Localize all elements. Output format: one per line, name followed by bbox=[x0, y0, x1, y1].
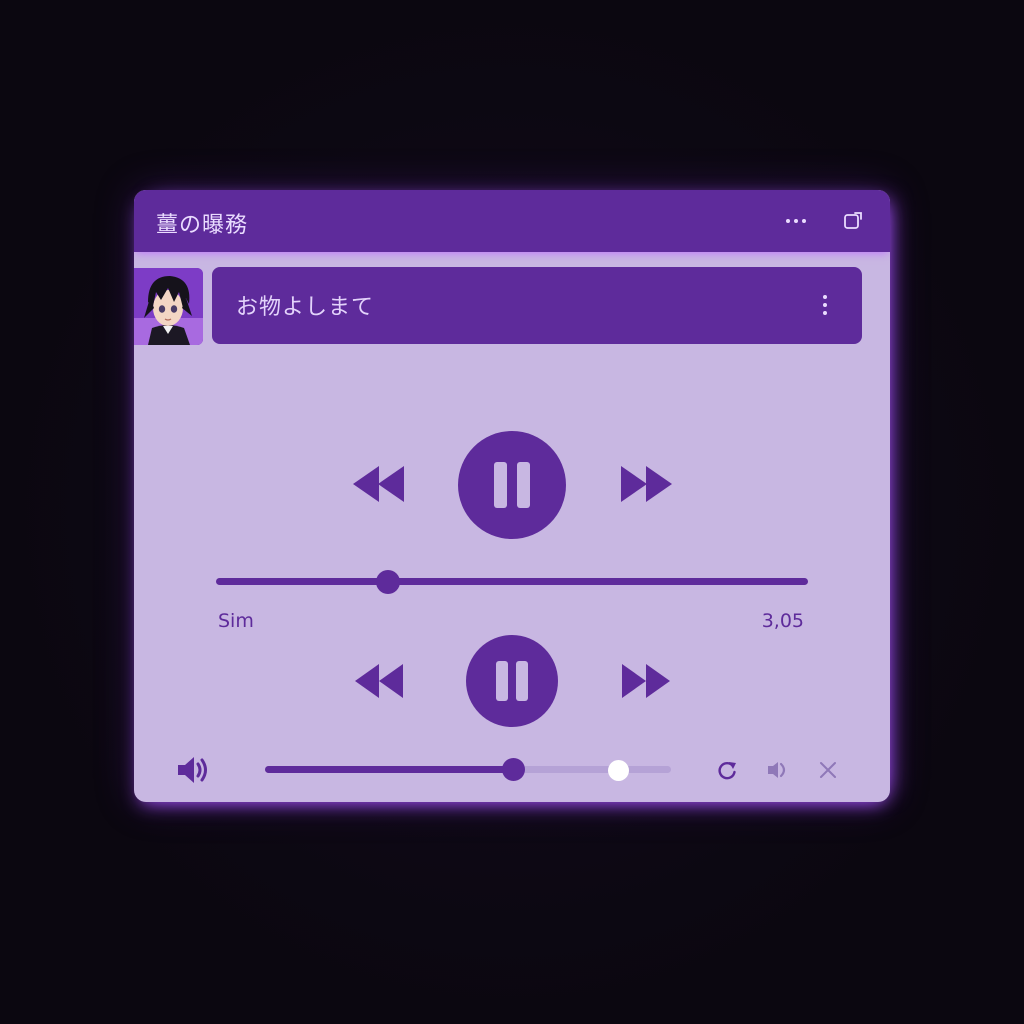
total-duration: 3,05 bbox=[761, 610, 804, 632]
window-title: 薑の曝務 bbox=[156, 213, 249, 238]
popout-window-icon bbox=[844, 212, 862, 229]
fast-forward-icon bbox=[621, 466, 672, 502]
cast-audio-icon bbox=[768, 762, 786, 778]
more-horizontal-icon bbox=[786, 219, 806, 223]
volume-slider-handle[interactable] bbox=[501, 758, 525, 781]
track-title: お物よしまて bbox=[236, 295, 375, 320]
repeat-button[interactable] bbox=[713, 756, 741, 784]
rewind-icon bbox=[353, 466, 404, 502]
track-menu-button[interactable] bbox=[818, 291, 832, 319]
now-playing-bar[interactable]: お物よしまて bbox=[212, 267, 862, 344]
rewind-button[interactable] bbox=[353, 466, 405, 506]
rewind-icon bbox=[355, 664, 403, 698]
title-bar[interactable]: 薑の曝務 bbox=[134, 190, 890, 252]
volume-button[interactable] bbox=[176, 754, 210, 790]
progress-track[interactable] bbox=[216, 578, 808, 585]
pause-icon bbox=[496, 661, 528, 701]
pause-button[interactable] bbox=[458, 431, 566, 539]
pause-icon bbox=[494, 462, 530, 508]
more-options-button[interactable] bbox=[783, 208, 809, 234]
secondary-slider-handle[interactable] bbox=[608, 760, 630, 781]
close-icon bbox=[820, 762, 836, 778]
fast-forward-icon bbox=[622, 664, 670, 698]
close-button[interactable] bbox=[814, 756, 842, 784]
music-player-window: 薑の曝務 お物よしまて Sim 3,05 bbox=[134, 190, 890, 802]
progress-slider-handle[interactable] bbox=[375, 570, 400, 594]
fast-forward-button[interactable] bbox=[621, 466, 673, 506]
volume-icon bbox=[178, 757, 207, 783]
pause-button-secondary[interactable] bbox=[466, 635, 558, 727]
elapsed-time: Sim bbox=[218, 610, 254, 632]
fast-forward-button-secondary[interactable] bbox=[622, 664, 670, 702]
rewind-button-secondary[interactable] bbox=[355, 664, 403, 702]
volume-fill bbox=[265, 766, 513, 773]
album-art-avatar bbox=[134, 268, 203, 345]
popout-button[interactable] bbox=[840, 208, 866, 234]
background: 薑の曝務 お物よしまて Sim 3,05 bbox=[0, 0, 1024, 1024]
more-vertical-icon bbox=[823, 295, 827, 299]
cast-audio-button[interactable] bbox=[764, 756, 792, 784]
repeat-icon bbox=[718, 761, 736, 780]
